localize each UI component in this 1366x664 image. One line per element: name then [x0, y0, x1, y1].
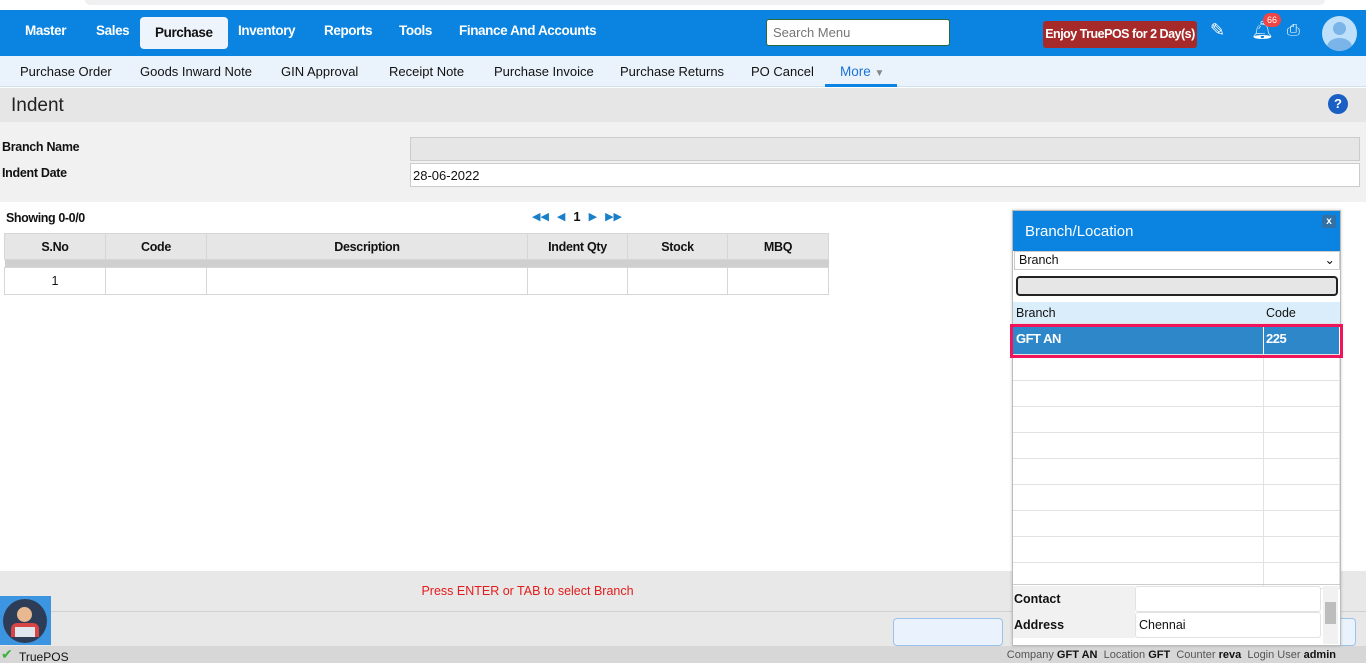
list-header: Branch Code — [1013, 302, 1340, 324]
list-item-empty — [1013, 407, 1340, 433]
subnav-purchase-invoice[interactable]: Purchase Invoice — [494, 64, 594, 79]
next-page-icon[interactable]: ▶ — [589, 210, 597, 223]
list-item-empty — [1013, 537, 1340, 563]
printer-icon[interactable]: ⎙ — [1287, 22, 1300, 40]
counter-value: reva — [1218, 649, 1242, 661]
col-mbq: MBQ — [727, 233, 829, 260]
title-bar — [0, 88, 1366, 122]
col-code: Code — [105, 233, 207, 260]
subnav-receipt-note[interactable]: Receipt Note — [389, 64, 464, 79]
last-page-icon[interactable]: ▶▶ — [605, 210, 622, 223]
nav-reports[interactable]: Reports — [324, 23, 373, 38]
col-branch: Branch — [1016, 306, 1056, 320]
branch-name: GFT AN — [1013, 327, 1264, 354]
hint-message: Press ENTER or TAB to select Branch — [421, 584, 634, 598]
cell-sno: 1 — [4, 267, 106, 295]
page-title: Indent — [11, 95, 64, 116]
user-avatar[interactable] — [1322, 16, 1357, 51]
subnav-goods-inward-note[interactable]: Goods Inward Note — [140, 64, 252, 79]
branch-code: 225 — [1264, 327, 1340, 354]
contact-value — [1135, 586, 1321, 612]
address-label: Address — [1013, 612, 1135, 638]
user-value: admin — [1303, 649, 1336, 661]
address-value: Chennai — [1135, 612, 1321, 638]
branch-list: Branch Code GFT AN 225 — [1010, 302, 1343, 589]
list-item-empty — [1013, 511, 1340, 537]
list-item-empty — [1013, 381, 1340, 407]
col-indent-qty: Indent Qty — [527, 233, 628, 260]
indent-date-label: Indent Date — [2, 166, 67, 180]
search-menu-input[interactable] — [766, 19, 950, 46]
branch-name-label: Branch Name — [2, 140, 80, 154]
branch-name-field[interactable] — [410, 137, 1360, 161]
subnav-po-cancel[interactable]: PO Cancel — [751, 64, 814, 79]
subnav-purchase-order[interactable]: Purchase Order — [20, 64, 112, 79]
list-item-empty — [1013, 485, 1340, 511]
counter-label: Counter — [1176, 649, 1216, 661]
details-scrollbar[interactable] — [1323, 586, 1338, 644]
col-description: Description — [206, 233, 528, 260]
col-code: Code — [1266, 306, 1296, 320]
company-label: Company — [1006, 649, 1054, 661]
support-chat-avatar[interactable] — [0, 596, 51, 645]
more-label: More — [840, 64, 871, 79]
indent-form — [0, 122, 1366, 202]
status-bar: ✔ TruePOS Company GFT AN Location GFT Co… — [0, 646, 1366, 664]
indent-grid: S.No Code Description Indent Qty Stock M… — [4, 233, 829, 295]
cell-stock — [627, 267, 728, 295]
chevron-down-icon: ⌄ — [1324, 253, 1335, 267]
subnav-purchase-returns[interactable]: Purchase Returns — [620, 64, 724, 79]
user-label: Login User — [1247, 649, 1301, 661]
branch-location-popup: Branch/Location x Branch ⌄ Branch Code GFT… — [1010, 210, 1343, 646]
subnav-gin-approval[interactable]: GIN Approval — [281, 64, 358, 79]
list-item-empty — [1013, 459, 1340, 485]
location-value: GFT — [1148, 649, 1171, 661]
close-icon[interactable]: x — [1322, 215, 1336, 228]
check-icon: ✔ — [1, 646, 13, 662]
browser-strip — [0, 0, 1366, 10]
popup-search-input[interactable] — [1016, 276, 1338, 296]
list-item-empty — [1013, 355, 1340, 381]
cell-indent-qty[interactable] — [527, 267, 628, 295]
promo-button[interactable]: Enjoy TruePOS for 2 Day(s) — [1043, 21, 1197, 48]
list-item-empty — [1013, 433, 1340, 459]
indent-date-field[interactable]: 28-06-2022 — [410, 163, 1360, 187]
filter-select[interactable]: Branch ⌄ — [1014, 251, 1340, 270]
branch-details: Contact Address Chennai — [1013, 584, 1340, 646]
location-label: Location — [1103, 649, 1146, 661]
pager: ◀◀ ◀ 1 ▶ ▶▶ — [532, 209, 622, 224]
nav-master[interactable]: Master — [25, 23, 67, 38]
page-number: 1 — [573, 209, 581, 224]
col-stock: Stock — [627, 233, 728, 260]
nav-sales[interactable]: Sales — [96, 23, 130, 38]
paint-brush-icon[interactable]: ✎ — [1210, 20, 1225, 41]
company-value: GFT AN — [1056, 649, 1098, 661]
sub-nav: Purchase Order Goods Inward Note GIN App… — [0, 56, 1366, 87]
nav-purchase[interactable]: Purchase — [140, 17, 228, 49]
list-item-selected[interactable]: GFT AN 225 — [1010, 324, 1343, 358]
notification-badge: 66 — [1263, 13, 1281, 27]
col-sno: S.No — [4, 233, 106, 260]
popup-title: Branch/Location — [1013, 211, 1340, 251]
footer-button[interactable] — [893, 618, 1003, 646]
cell-mbq — [727, 267, 829, 295]
session-info: Company GFT AN Location GFT Counter reva… — [1007, 649, 1336, 661]
caret-down-icon: ▼ — [874, 68, 885, 79]
filter-value: Branch — [1019, 253, 1059, 267]
showing-count: Showing 0-0/0 — [6, 211, 85, 225]
contact-label: Contact — [1013, 586, 1135, 612]
subnav-more[interactable]: More ▼ — [825, 56, 897, 87]
nav-inventory[interactable]: Inventory — [238, 23, 296, 38]
nav-tools[interactable]: Tools — [399, 23, 432, 38]
table-row[interactable]: 1 — [4, 267, 829, 295]
cell-code[interactable] — [105, 267, 207, 295]
help-icon[interactable]: ? — [1328, 94, 1348, 114]
prev-page-icon[interactable]: ◀ — [557, 210, 565, 223]
app-name: TruePOS — [19, 650, 69, 664]
cell-description[interactable] — [206, 267, 528, 295]
nav-finance[interactable]: Finance And Accounts — [459, 23, 597, 38]
first-page-icon[interactable]: ◀◀ — [532, 210, 549, 223]
